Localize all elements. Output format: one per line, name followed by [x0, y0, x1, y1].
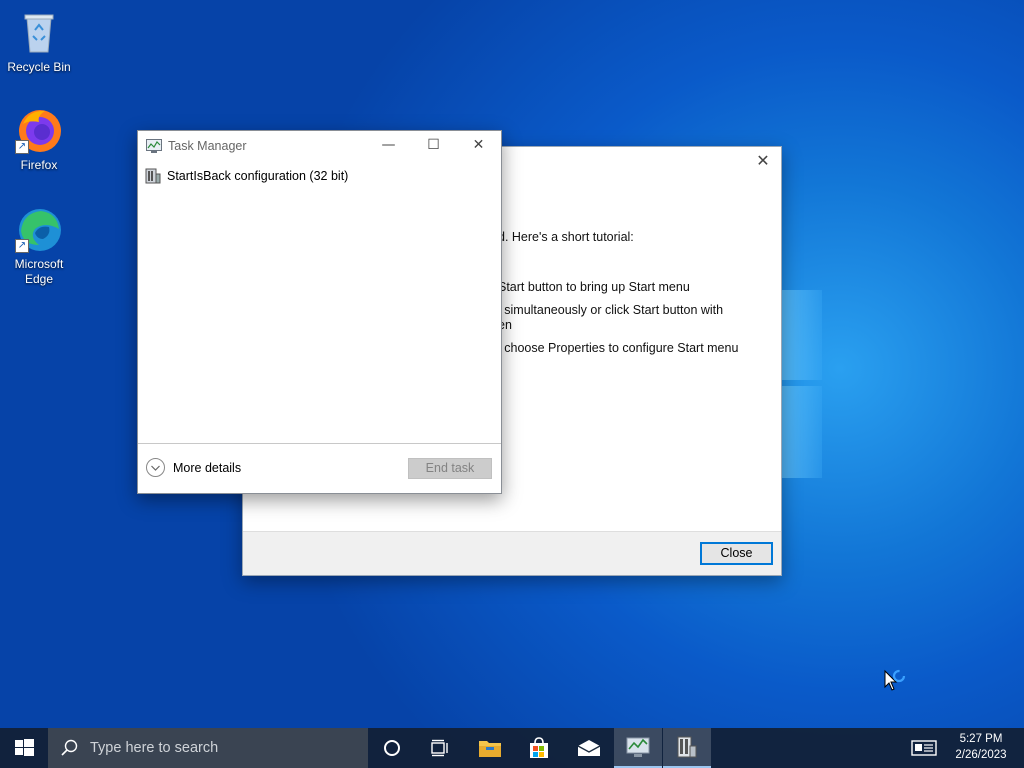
- task-manager-titlebar[interactable]: Task Manager — ☐ ✕: [138, 131, 501, 161]
- more-details-label: More details: [173, 460, 242, 475]
- task-view-button[interactable]: [416, 728, 464, 768]
- task-manager-window: Task Manager — ☐ ✕ StartIsBack configura…: [137, 130, 502, 494]
- more-details-toggle[interactable]: More details: [146, 458, 241, 477]
- action-center-button[interactable]: [900, 728, 948, 768]
- desktop-icon-firefox[interactable]: ↗ Firefox: [1, 106, 77, 173]
- process-row[interactable]: StartIsBack configuration (32 bit): [145, 167, 348, 185]
- clock-date: 2/26/2023: [955, 749, 1007, 761]
- recycle-bin-icon: [15, 8, 63, 56]
- system-clock[interactable]: 5:27 PM 2/26/2023: [950, 731, 1012, 763]
- cortana-icon: [384, 740, 400, 756]
- store-icon: [530, 737, 548, 758]
- cortana-button[interactable]: [368, 728, 416, 768]
- dialog-close-icon[interactable]: ✕: [753, 151, 773, 171]
- windows-logo-icon: [15, 739, 34, 756]
- startisback-icon: [145, 168, 161, 184]
- startisback-taskbar-button[interactable]: [663, 728, 711, 768]
- shortcut-arrow-icon: ↗: [15, 239, 29, 253]
- dialog-footer: Close: [243, 531, 781, 575]
- dialog-text-line: l simultaneously or click Start button w…: [498, 303, 724, 317]
- desktop-icon-label: Microsoft Edge: [14, 257, 64, 286]
- window-title: Task Manager: [168, 139, 247, 153]
- folder-icon: [479, 741, 501, 757]
- start-button[interactable]: [0, 728, 48, 768]
- startisback-icon: [677, 736, 697, 758]
- desktop-icon-label: Recycle Bin: [7, 60, 71, 74]
- desktop-icon-recycle-bin[interactable]: Recycle Bin: [1, 8, 77, 75]
- search-placeholder: Type here to search: [90, 740, 219, 756]
- task-view-icon: [431, 739, 448, 757]
- task-manager-footer: More details End task: [138, 443, 501, 493]
- task-manager-icon: [146, 139, 162, 153]
- dialog-text-line: d. Here's a short tutorial:: [498, 230, 634, 244]
- search-box[interactable]: Type here to search: [48, 728, 368, 768]
- chevron-down-icon: [146, 458, 165, 477]
- taskbar: Type here to search 5:27 PM 2/26/2023: [0, 728, 1024, 768]
- process-name: StartIsBack configuration (32 bit): [167, 169, 349, 183]
- shortcut-arrow-icon: ↗: [15, 140, 29, 154]
- task-manager-icon: [626, 737, 650, 757]
- close-button[interactable]: ✕: [456, 131, 501, 161]
- task-manager-taskbar-button[interactable]: [614, 728, 662, 768]
- search-icon: [61, 739, 78, 756]
- busy-cursor-icon: [884, 668, 906, 694]
- clock-time: 5:27 PM: [959, 733, 1003, 745]
- minimize-button[interactable]: —: [366, 131, 411, 161]
- mail-button[interactable]: [565, 728, 613, 768]
- mail-icon: [577, 740, 601, 756]
- dialog-text-line: Start button to bring up Start menu: [498, 280, 690, 294]
- firefox-icon: ↗: [15, 106, 63, 154]
- dialog-text-line: l choose Properties to configure Start m…: [498, 341, 739, 355]
- edge-icon: ↗: [15, 205, 63, 253]
- desktop-icon-edge[interactable]: ↗ Microsoft Edge: [1, 205, 77, 287]
- file-explorer-button[interactable]: [466, 728, 514, 768]
- maximize-button[interactable]: ☐: [411, 131, 456, 161]
- close-button[interactable]: Close: [700, 542, 773, 565]
- desktop-icon-label: Firefox: [20, 158, 58, 172]
- news-icon: [911, 740, 937, 756]
- store-button[interactable]: [515, 728, 563, 768]
- end-task-button[interactable]: End task: [408, 458, 492, 479]
